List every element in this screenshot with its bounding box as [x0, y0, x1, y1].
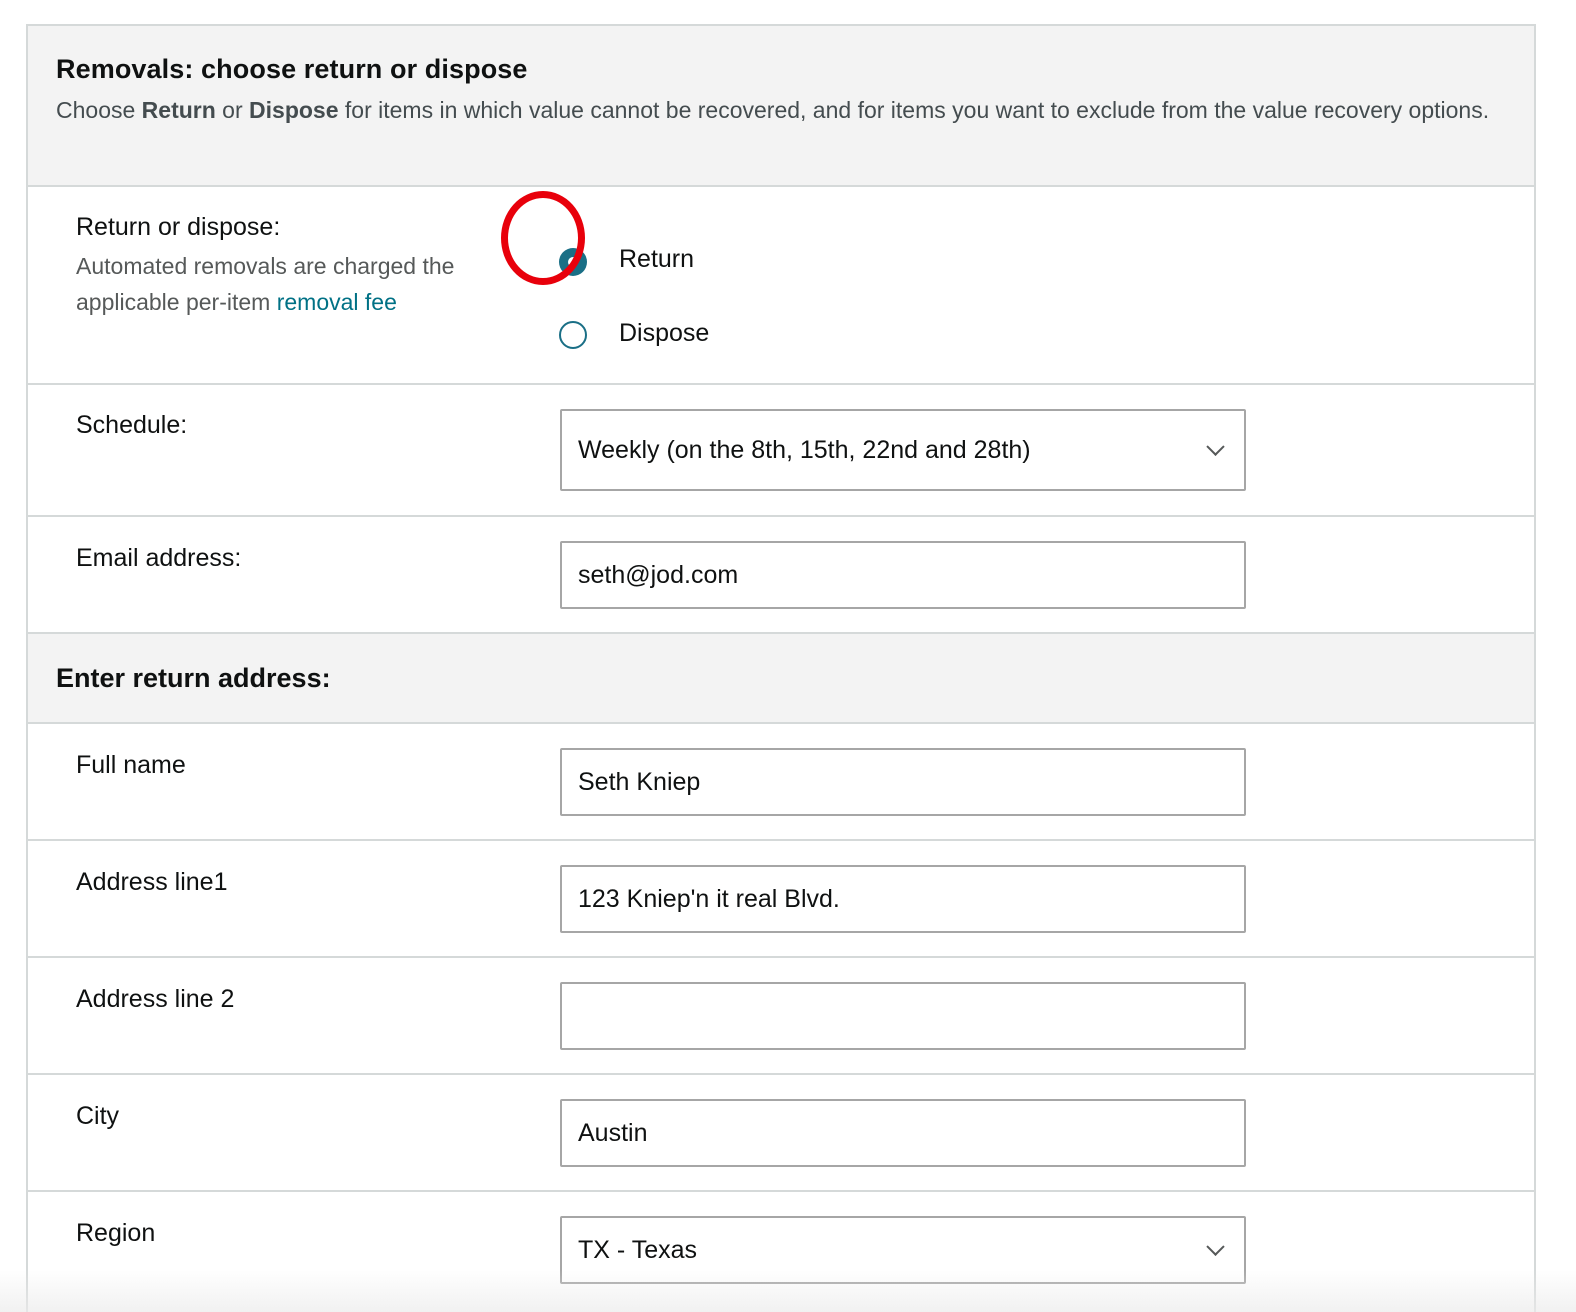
region-label: Region: [76, 1219, 156, 1247]
address-line1-label: Address line1: [76, 868, 228, 896]
region-row: Region TX - Texas: [28, 1192, 1534, 1312]
region-value: TX - Texas: [578, 1235, 698, 1264]
desc-dispose: Dispose: [249, 97, 339, 123]
email-row: Email address: seth@jod.com: [28, 517, 1534, 634]
schedule-row: Schedule: Weekly (on the 8th, 15th, 22nd…: [28, 385, 1534, 517]
full-name-value: Seth Kniep: [578, 767, 701, 796]
header-description: Choose Return or Dispose for items in wh…: [56, 92, 1496, 128]
full-name-row: Full name Seth Kniep: [28, 724, 1534, 841]
page-title: Removals: choose return or dispose: [56, 54, 528, 84]
city-row: City Austin: [28, 1075, 1534, 1192]
address-line2-label: Address line 2: [76, 985, 235, 1013]
city-field[interactable]: Austin: [560, 1099, 1246, 1167]
dispose-radio-label[interactable]: Dispose: [619, 319, 709, 348]
address-line2-row: Address line 2: [28, 958, 1534, 1075]
return-radio-label[interactable]: Return: [619, 245, 694, 274]
city-label: City: [76, 1102, 120, 1130]
email-value: seth@jod.com: [578, 560, 739, 589]
removal-fee-note-text: Automated removals are charged the appli…: [76, 253, 455, 315]
desc-pre: Choose: [56, 97, 142, 123]
full-name-label: Full name: [76, 751, 186, 779]
dispose-radio[interactable]: [559, 321, 587, 349]
address-line1-field[interactable]: 123 Kniep'n it real Blvd.: [560, 865, 1246, 933]
chevron-down-icon: [1206, 437, 1225, 456]
return-address-title: Enter return address:: [56, 663, 331, 693]
address-line1-value: 123 Kniep'n it real Blvd.: [578, 884, 840, 913]
annotation-highlight-circle: [501, 191, 585, 285]
chevron-down-icon: [1206, 1237, 1225, 1256]
schedule-label: Schedule:: [76, 411, 188, 439]
address-line1-row: Address line1 123 Kniep'n it real Blvd.: [28, 841, 1534, 958]
return-or-dispose-label: Return or dispose:: [76, 213, 281, 241]
removal-fee-note: Automated removals are charged the appli…: [76, 248, 506, 320]
desc-post: for items in which value cannot be recov…: [338, 97, 1490, 123]
full-name-field[interactable]: Seth Kniep: [560, 748, 1246, 816]
desc-return: Return: [141, 97, 216, 123]
return-address-section: Enter return address:: [28, 634, 1534, 724]
city-value: Austin: [578, 1118, 648, 1147]
email-field[interactable]: seth@jod.com: [560, 541, 1246, 609]
schedule-select[interactable]: Weekly (on the 8th, 15th, 22nd and 28th): [560, 409, 1246, 491]
address-line2-field[interactable]: [560, 982, 1246, 1050]
schedule-value: Weekly (on the 8th, 15th, 22nd and 28th): [578, 435, 1031, 464]
removals-header: Removals: choose return or dispose Choos…: [28, 26, 1534, 187]
return-or-dispose-row: Return or dispose: Automated removals ar…: [28, 187, 1534, 385]
removal-fee-link[interactable]: removal fee: [277, 289, 397, 315]
email-label: Email address:: [76, 544, 242, 572]
removals-panel: Removals: choose return or dispose Choos…: [26, 24, 1536, 1312]
desc-or: or: [215, 97, 250, 123]
region-select[interactable]: TX - Texas: [560, 1216, 1246, 1284]
